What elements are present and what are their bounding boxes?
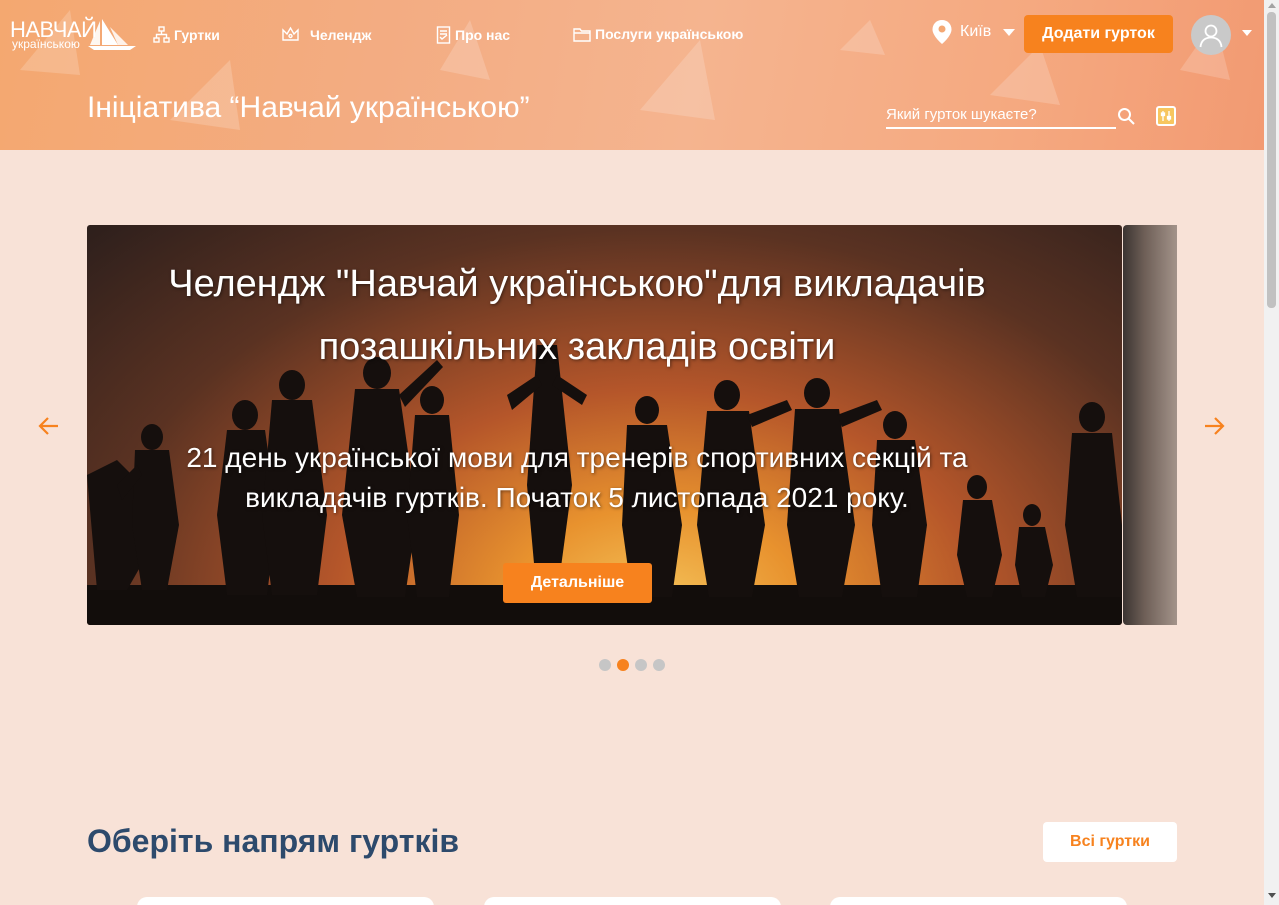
next-slide-preview[interactable] [1123,225,1177,625]
map-pin-icon [932,20,952,44]
details-button[interactable]: Детальніше [503,563,652,603]
carousel-dot[interactable] [653,659,665,671]
page-title: Ініціатива “Навчай українською” [87,91,530,124]
direction-card[interactable] [484,897,781,905]
section-title: Оберіть напрям гуртків [87,823,460,859]
scroll-down-icon[interactable] [1268,893,1276,898]
sitemap-icon [153,26,170,43]
slide-title: Челендж "Навчай українською"для викладач… [168,263,986,368]
nav-clubs-label: Гуртки [174,26,220,43]
scroll-up-icon[interactable] [1268,3,1276,8]
nav-services[interactable]: Послуги українською [573,26,743,42]
page-scrollbar[interactable] [1264,0,1279,905]
direction-card[interactable] [830,897,1127,905]
arrow-right-icon[interactable] [1203,415,1225,437]
document-icon [436,26,451,44]
nav-challenge-label: Челендж [310,26,372,43]
add-club-button[interactable]: Додати гурток [1024,15,1173,53]
arrow-left-icon[interactable] [38,415,60,437]
carousel-slide: Челендж "Навчай українською"для викладач… [87,225,1122,625]
nav-challenge[interactable]: Челендж [281,26,371,43]
city-select[interactable]: Київ [932,20,1016,44]
city-label: Київ [960,23,992,40]
crown-icon [282,26,299,41]
user-icon [1199,24,1223,48]
filter-icon[interactable] [1156,106,1176,126]
search-icon[interactable] [1117,107,1136,126]
header: НАВЧАЙ українською Гуртки Челендж Про на… [0,0,1264,150]
logo-subtitle: українською [12,37,80,51]
carousel-dot[interactable] [635,659,647,671]
all-clubs-button[interactable]: Всі гуртки [1043,822,1177,862]
nav-clubs[interactable]: Гуртки [153,26,220,43]
folder-icon [573,27,591,42]
user-menu-chevron-icon[interactable] [1242,30,1252,36]
nav-about-label: Про нас [455,27,511,43]
nav-about[interactable]: Про нас [436,26,510,44]
paper-boat-icon [88,19,136,50]
search-input[interactable] [886,102,1116,129]
avatar[interactable] [1191,15,1231,55]
chevron-down-icon [1003,28,1016,36]
carousel-dots [599,659,665,671]
logo[interactable]: НАВЧАЙ українською [10,17,136,53]
carousel-dot[interactable] [599,659,611,671]
scrollbar-thumb[interactable] [1267,12,1276,308]
nav-services-label: Послуги українською [595,26,744,42]
carousel-dot-active[interactable] [617,659,629,671]
slide-text: 21 день української мови для тренерів сп… [186,442,968,513]
direction-card[interactable] [137,897,434,905]
